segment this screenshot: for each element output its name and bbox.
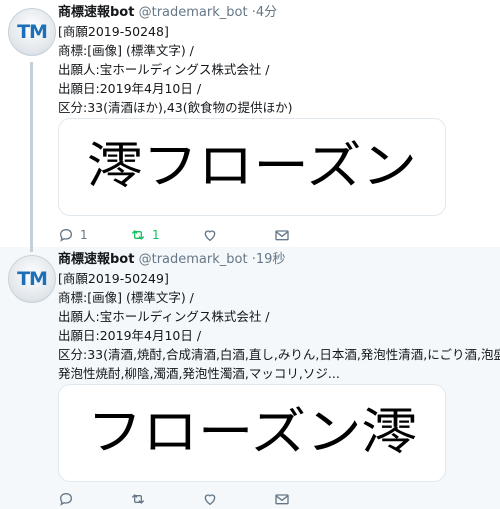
- tweet-text-line: [商願2019-50249]: [58, 271, 169, 286]
- tweet-text-line: 区分:33(清酒,焼酎,合成清酒,白酒,直し,みりん,日本酒,発泡性清酒,にごり…: [58, 347, 500, 362]
- tweet-text-line: 出願日:2019年4月10日 /: [58, 81, 202, 96]
- avatar[interactable]: TM: [8, 255, 56, 303]
- tweet-text: [商願2019-50249] 商標:[画像] (標準文字) / 出願人:宝ホール…: [58, 269, 500, 383]
- avatar-text: TM: [17, 21, 48, 43]
- trademark-image-text: 澪フローズン: [87, 137, 417, 195]
- tweet-text-line: 出願日:2019年4月10日 /: [58, 328, 202, 343]
- like-button[interactable]: [202, 491, 274, 507]
- trademark-image[interactable]: 澪フローズン: [58, 118, 446, 216]
- reply-icon: [59, 492, 73, 506]
- display-name[interactable]: 商標速報bot: [58, 252, 134, 267]
- like-icon: [204, 230, 216, 241]
- timestamp[interactable]: 4分: [256, 5, 277, 20]
- tweet-actions: 1 1: [58, 227, 346, 243]
- trademark-image-text: フローズン澪: [87, 403, 417, 461]
- tweet-text-line: 発泡性焼酎,柳陰,濁酒,発泡性濁酒,マッコリ,ソジ...: [58, 366, 340, 381]
- direct-message-button[interactable]: [274, 491, 346, 507]
- avatar[interactable]: TM: [8, 8, 56, 56]
- tweet-text-line: 商標:[画像] (標準文字) /: [58, 290, 194, 305]
- tweet-actions: [58, 491, 346, 507]
- thread-connector-line: [30, 62, 33, 252]
- tweet-text-line: 区分:33(清酒ほか),43(飲食物の提供ほか): [58, 100, 293, 115]
- avatar-text: TM: [17, 268, 48, 290]
- retweet-icon: [132, 494, 144, 504]
- tweet[interactable]: TM 商標速報bot @trademark_bot ·19秒 [商願2019-5…: [0, 247, 500, 509]
- direct-message-button[interactable]: [274, 227, 346, 243]
- dm-icon: [275, 230, 289, 241]
- reply-icon: [59, 228, 73, 242]
- dm-icon: [275, 494, 289, 505]
- display-name[interactable]: 商標速報bot: [58, 5, 134, 20]
- reply-count: 1: [80, 228, 88, 242]
- tweet-text: [商願2019-50248] 商標:[画像] (標準文字) / 出願人:宝ホール…: [58, 22, 293, 117]
- user-handle[interactable]: @trademark_bot: [139, 252, 248, 267]
- tweet[interactable]: TM 商標速報bot @trademark_bot ·4分 [商願2019-50…: [0, 0, 500, 247]
- user-handle[interactable]: @trademark_bot: [139, 5, 248, 20]
- reply-button[interactable]: [58, 491, 130, 507]
- like-icon: [204, 494, 216, 505]
- retweet-button[interactable]: 1: [130, 227, 202, 243]
- like-button[interactable]: [202, 227, 274, 243]
- reply-button[interactable]: 1: [58, 227, 130, 243]
- tweet-header: 商標速報bot @trademark_bot ·4分: [58, 4, 277, 22]
- retweet-button[interactable]: [130, 491, 202, 507]
- tweet-text-line: [商願2019-50248]: [58, 24, 169, 39]
- timestamp[interactable]: 19秒: [256, 252, 286, 267]
- tweet-header: 商標速報bot @trademark_bot ·19秒: [58, 251, 285, 269]
- tweet-text-line: 出願人:宝ホールディングス株式会社 /: [58, 309, 270, 324]
- retweet-count: 1: [152, 228, 160, 242]
- trademark-image[interactable]: フローズン澪: [58, 384, 446, 482]
- retweet-icon: [132, 230, 144, 240]
- tweet-text-line: 商標:[画像] (標準文字) /: [58, 43, 194, 58]
- tweet-text-line: 出願人:宝ホールディングス株式会社 /: [58, 62, 270, 77]
